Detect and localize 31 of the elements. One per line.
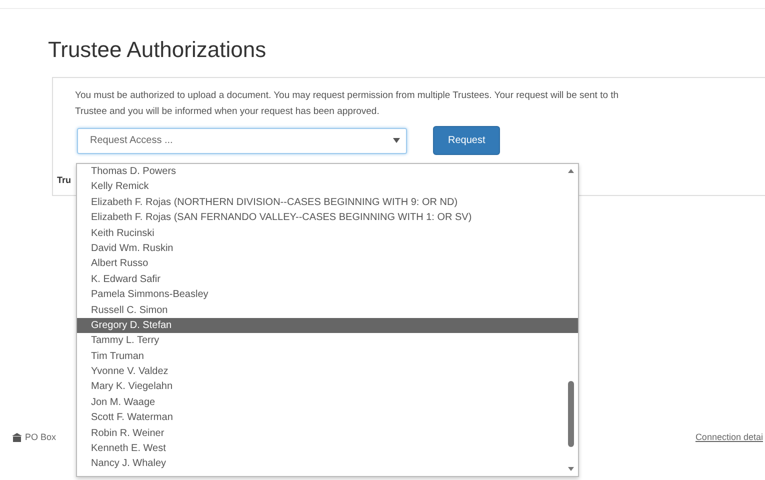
list-item[interactable]: K. Edward Safir xyxy=(77,272,564,288)
list-item[interactable]: Pamela Simmons-Beasley xyxy=(77,287,564,303)
building-icon xyxy=(12,432,22,442)
list-item[interactable]: Tim Truman xyxy=(77,348,564,364)
list-item[interactable]: Mary K. Viegelahn xyxy=(77,379,564,395)
list-item[interactable]: Elizabeth F. Rojas (NORTHERN DIVISION--CASES BEGINNING WITH 9: OR ND) xyxy=(77,194,564,210)
list-item[interactable]: Nancy J. Whaley xyxy=(77,456,564,472)
list-item[interactable]: Jon M. Waage xyxy=(77,394,564,410)
list-item[interactable]: Scott F. Waterman xyxy=(77,410,564,426)
instruction-text: You must be authorized to upload a document. You may request permission from multiple Trustees. Your request will be sent to th Trustee and you will be informed when your request has been approved. xyxy=(75,89,620,119)
page-title: Trustee Authorizations xyxy=(48,37,268,63)
list-item[interactable]: Elizabeth F. Rojas (SAN FERNANDO VALLEY--CASES BEGINNING WITH 1: OR SV) xyxy=(77,210,564,226)
list-item[interactable]: Thomas D. Powers xyxy=(77,164,564,180)
list-item[interactable]: Tammy L. Terry xyxy=(77,333,564,349)
list-item[interactable]: Kelly Remick xyxy=(77,179,564,195)
scroll-down-icon[interactable] xyxy=(568,467,574,471)
list-item[interactable]: Kenneth E. West xyxy=(77,441,564,456)
list-item[interactable]: Yvonne V. Valdez xyxy=(77,364,564,380)
select-field[interactable]: Request Access ... xyxy=(77,128,407,154)
connection-link[interactable]: Connection detai xyxy=(695,432,763,442)
list-item[interactable]: Albert Russo xyxy=(77,256,564,272)
scroll-up-icon[interactable] xyxy=(568,169,574,173)
caret-icon xyxy=(393,138,400,143)
list-item[interactable]: Russell C. Simon xyxy=(77,302,564,318)
address-text: PO Box xyxy=(25,432,56,442)
list-item[interactable]: Gregory D. Stefan xyxy=(77,318,578,334)
table-header: Tru xyxy=(57,174,72,187)
list-item[interactable]: Robin R. Weiner xyxy=(77,426,564,442)
request-button[interactable]: Request xyxy=(433,126,500,155)
list-item[interactable]: David Wm. Ruskin xyxy=(77,240,564,256)
list-item[interactable]: Keith Rucinski xyxy=(77,226,564,241)
